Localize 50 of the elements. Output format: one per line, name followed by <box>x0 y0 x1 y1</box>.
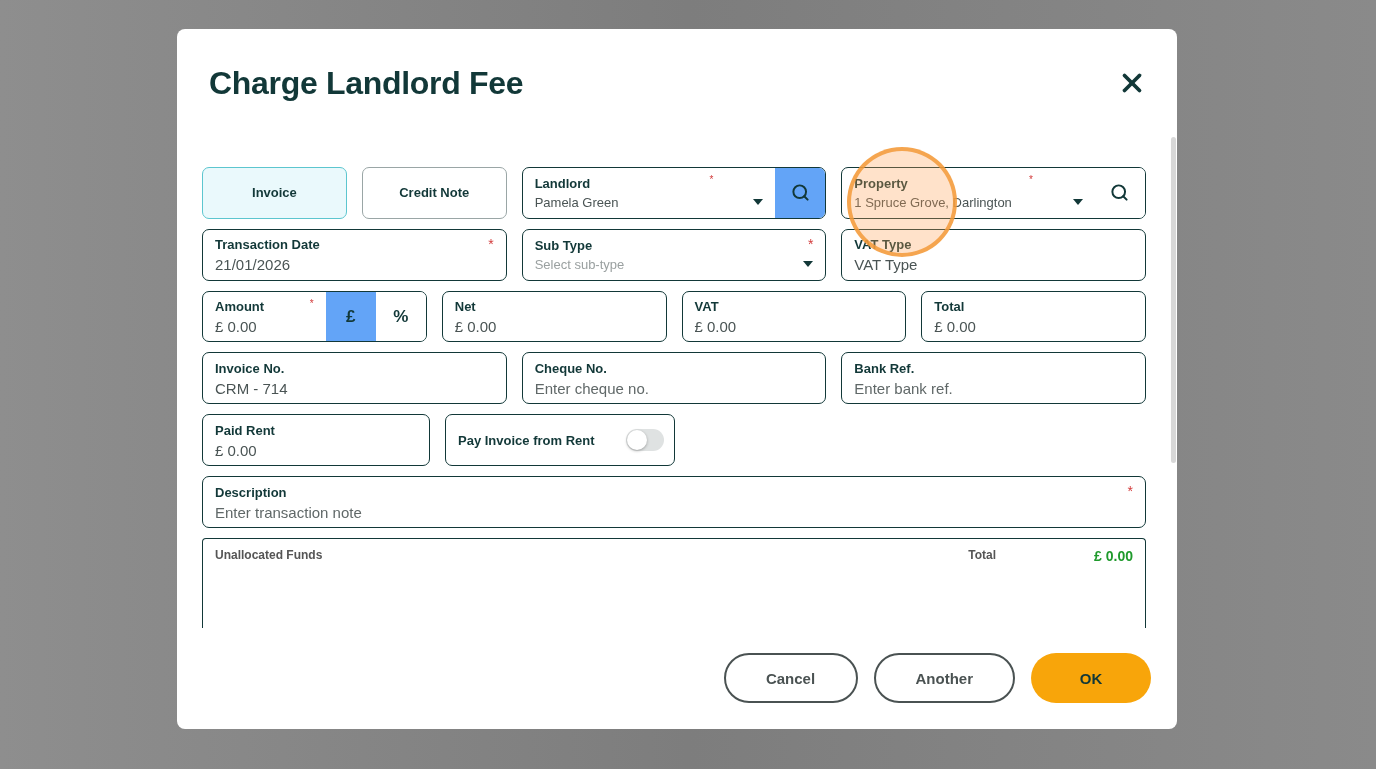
field-value: VAT Type <box>854 256 918 274</box>
toggle-label: Pay Invoice from Rent <box>458 432 595 448</box>
required-mark: * <box>709 174 714 185</box>
text-field[interactable]: VAT £ 0.00 <box>681 290 907 343</box>
search-icon <box>790 183 810 203</box>
placeholder-text: Enter cheque no. <box>534 379 649 397</box>
scrollbar[interactable] <box>1171 137 1176 463</box>
field-value: £ 0.00 <box>694 318 737 336</box>
placeholder-text: Enter transaction note <box>215 503 362 521</box>
required-mark: * <box>1127 483 1133 500</box>
text-field[interactable]: Bank Ref. Enter bank ref. <box>841 352 1146 405</box>
text-field[interactable]: Invoice No. CRM - 714 <box>202 352 507 405</box>
search-icon <box>1110 183 1130 203</box>
select-field[interactable]: Landlord Pamela Green * <box>521 167 827 219</box>
toggle-switch[interactable] <box>626 429 664 452</box>
total-label: Total <box>968 547 997 562</box>
primary-button[interactable]: OK <box>1031 653 1151 703</box>
field-value: Pamela Green <box>534 195 619 211</box>
field-value: £ 0.00 <box>215 318 257 336</box>
text-field[interactable]: Cheque No. Enter cheque no. <box>521 352 827 405</box>
field-value: CRM - 714 <box>215 379 288 397</box>
total-amount: £ 0.00 <box>1094 547 1133 564</box>
text-field[interactable]: Description Enter transaction note * <box>202 476 1146 528</box>
select-field[interactable]: Sub Type Select sub-type * <box>521 228 827 281</box>
field-value: £ 0.00 <box>934 318 976 336</box>
caret-icon <box>753 199 764 205</box>
placeholder-text: Enter bank ref. <box>854 379 953 397</box>
required-mark: * <box>1029 174 1033 185</box>
text-field[interactable]: Net £ 0.00 <box>441 290 667 343</box>
unallocated-label: Unallocated Funds <box>215 547 323 562</box>
required-mark: * <box>488 235 494 252</box>
text-field[interactable]: Transaction Date 21/01/2026 * <box>202 228 507 281</box>
required-mark: * <box>309 297 314 309</box>
unit-toggle-button[interactable]: £ <box>325 291 376 342</box>
dialog-title: Charge Landlord Fee <box>209 64 524 102</box>
field-value: £ 0.00 <box>215 441 257 459</box>
secondary-button[interactable]: Another <box>873 653 1015 703</box>
text-field[interactable]: Paid Rent £ 0.00 <box>202 414 430 467</box>
placeholder-text: Select sub-type <box>534 257 625 273</box>
caret-icon <box>803 260 814 267</box>
document-type-tab[interactable]: Credit Note <box>361 167 507 219</box>
required-mark: * <box>807 235 814 252</box>
document-type-tab[interactable]: Invoice <box>202 167 347 219</box>
field-value: 21/01/2026 <box>215 256 291 274</box>
secondary-button[interactable]: Cancel <box>723 653 858 703</box>
amount-field[interactable]: Amount £ 0.00 * £ % <box>202 290 427 343</box>
caret-icon <box>1073 199 1083 205</box>
field-value: £ 0.00 <box>454 318 497 336</box>
search-button[interactable] <box>775 168 826 218</box>
text-field[interactable]: Total £ 0.00 <box>921 290 1146 343</box>
